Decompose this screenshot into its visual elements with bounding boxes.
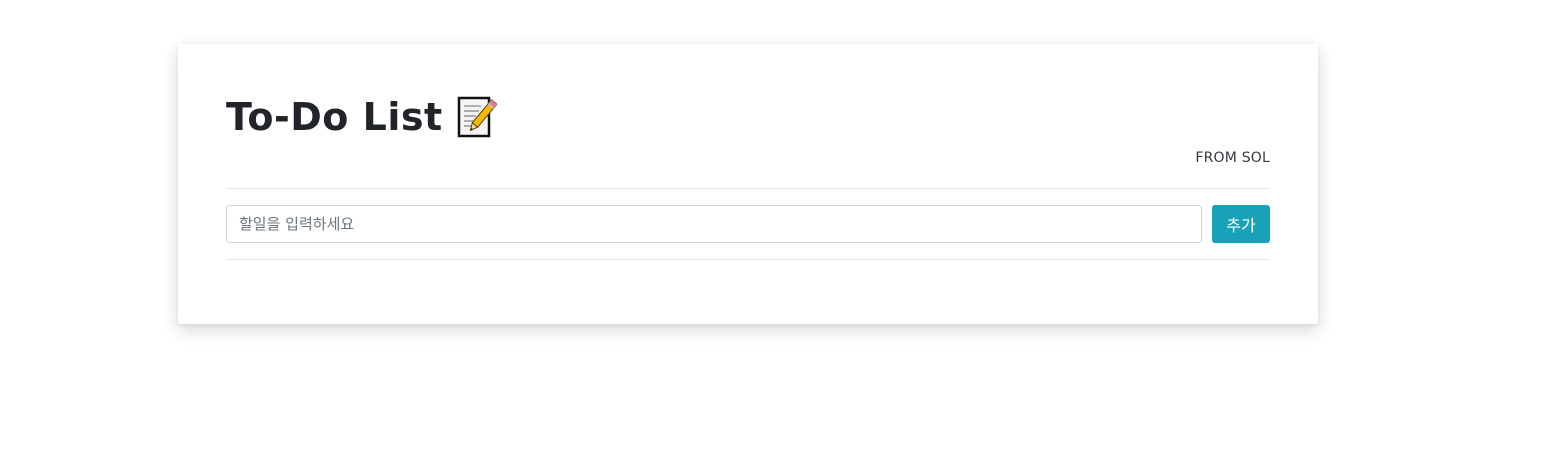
todo-card: To-Do List FROM SOL 할일을 입력하세요 추가 — [178, 44, 1318, 324]
memo-icon — [457, 95, 498, 139]
author-label: FROM SOL — [1195, 150, 1270, 166]
page-title: To-Do List — [226, 95, 443, 139]
add-button[interactable]: 추가 — [1212, 205, 1270, 243]
divider — [226, 259, 1270, 260]
todo-card-body: To-Do List FROM SOL 할일을 입력하세요 추가 — [226, 44, 1270, 324]
title-row: To-Do List — [226, 92, 498, 142]
todo-input[interactable] — [226, 205, 1202, 243]
divider — [226, 188, 1270, 189]
